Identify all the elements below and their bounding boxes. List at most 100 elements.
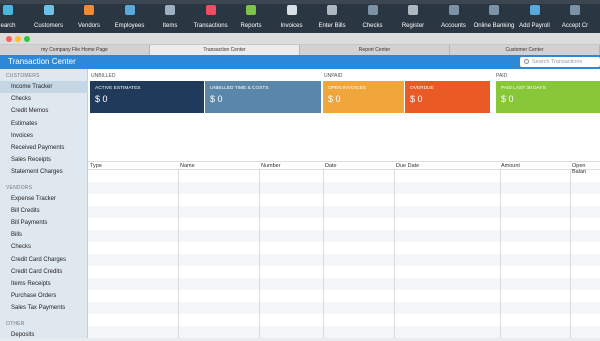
sidebar-item-credit-memos[interactable]: Credit Memos bbox=[0, 105, 88, 117]
toolbar-button-accept-cr[interactable]: Accept Cr bbox=[549, 5, 600, 30]
column-name[interactable]: Name bbox=[180, 163, 195, 169]
employees-icon bbox=[124, 5, 135, 15]
sidebar: CUSTOMERS Income Tracker Checks Credit Memo… bbox=[0, 69, 88, 338]
sidebar-item-items-receipts[interactable]: Items Receipts bbox=[0, 278, 88, 290]
sidebar-item-sales-tax-payments[interactable]: Sales Tax Payments bbox=[0, 302, 88, 314]
table-row[interactable] bbox=[88, 254, 600, 266]
table-row[interactable] bbox=[88, 278, 600, 290]
payroll-icon bbox=[529, 5, 540, 15]
close-window-button[interactable] bbox=[6, 36, 12, 42]
sidebar-item-income-tracker[interactable]: Income Tracker bbox=[0, 81, 88, 93]
sidebar-item-expense-tracker[interactable]: Expense Tracker bbox=[0, 193, 88, 205]
sidebar-item-statement-charges[interactable]: Statement Charges bbox=[0, 166, 88, 178]
zoom-window-button[interactable] bbox=[24, 36, 30, 42]
column-divider bbox=[394, 170, 395, 338]
transactions-icon bbox=[205, 5, 216, 15]
reports-icon bbox=[246, 5, 256, 15]
search-placeholder: Search Transactions bbox=[532, 59, 583, 65]
toolbar-label: Accept Cr bbox=[561, 23, 589, 29]
sidebar-section-heading: OTHER bbox=[6, 320, 25, 327]
card-caption: ACTIVE ESTIMATES bbox=[95, 86, 141, 91]
window-tabs: my Company File Home Page Transaction Ce… bbox=[0, 45, 600, 55]
table-row[interactable] bbox=[88, 218, 600, 230]
table-row[interactable] bbox=[88, 194, 600, 206]
vendors-icon bbox=[84, 5, 94, 15]
open-invoices-card[interactable]: OPEN INVOICES $ 0 bbox=[323, 81, 404, 113]
customers-icon bbox=[43, 5, 54, 15]
overdue-card[interactable]: OVERDUE $ 0 bbox=[405, 81, 490, 113]
sidebar-item-bills[interactable]: Bills bbox=[0, 229, 88, 241]
sidebar-item-purchase-orders[interactable]: Purchase Orders bbox=[0, 290, 88, 302]
column-divider bbox=[570, 170, 571, 338]
column-divider bbox=[323, 170, 324, 338]
column-divider bbox=[259, 170, 260, 338]
card-caption: OVERDUE bbox=[410, 86, 434, 91]
sidebar-item-checks[interactable]: Checks bbox=[0, 93, 88, 105]
table-row[interactable] bbox=[88, 182, 600, 194]
sidebar-item-estimates[interactable]: Estimates bbox=[0, 118, 88, 130]
search-icon bbox=[3, 5, 13, 15]
sidebar-section-heading: VENDORS bbox=[6, 184, 33, 191]
sidebar-item-sales-receipts[interactable]: Sales Receipts bbox=[0, 154, 88, 166]
table-row[interactable] bbox=[88, 266, 600, 278]
tab-transaction-center[interactable]: Transaction Center bbox=[150, 45, 300, 55]
sidebar-item-deposits[interactable]: Deposits bbox=[0, 329, 88, 341]
accounts-icon bbox=[448, 5, 459, 15]
tab-customer-center[interactable]: Customer Center bbox=[450, 45, 600, 55]
table-row[interactable] bbox=[88, 302, 600, 314]
card-value: $ 0 bbox=[410, 94, 423, 104]
sidebar-item-credit-card-credits[interactable]: Credit Card Credits bbox=[0, 266, 88, 278]
invoices-icon bbox=[286, 5, 297, 15]
sidebar-item-invoices[interactable]: Invoices bbox=[0, 130, 88, 142]
search-icon bbox=[524, 59, 529, 64]
title-bar bbox=[0, 0, 600, 4]
sidebar-item-bill-credits[interactable]: Bill Credits bbox=[0, 205, 88, 217]
column-divider bbox=[500, 170, 501, 338]
column-divider bbox=[178, 170, 179, 338]
tab-home-page[interactable]: my Company File Home Page bbox=[0, 45, 150, 55]
column-date[interactable]: Date bbox=[325, 163, 337, 169]
register-icon bbox=[408, 5, 418, 15]
credit-card-icon bbox=[570, 5, 580, 15]
main-panel: UNBILLED UNPAID PAID ACTIVE ESTIMATES $ 0… bbox=[88, 69, 600, 338]
paid-label: PAID bbox=[496, 73, 508, 79]
table-header: Type Name Number Date Due Date Amount Op… bbox=[88, 161, 600, 175]
bills-icon bbox=[327, 5, 337, 15]
unpaid-label: UNPAID bbox=[324, 73, 343, 79]
tab-report-center[interactable]: Report Center bbox=[300, 45, 450, 55]
unbilled-time-costs-card[interactable]: UNBILLED TIME & COSTS $ 0 bbox=[205, 81, 321, 113]
table-row[interactable] bbox=[88, 230, 600, 242]
sidebar-section-heading: CUSTOMERS bbox=[6, 73, 40, 79]
sidebar-item-bill-payments[interactable]: Bill Payments bbox=[0, 217, 88, 229]
checks-icon bbox=[367, 5, 378, 15]
table-row[interactable] bbox=[88, 170, 600, 182]
paid-last-30-days-card[interactable]: PAID LAST 30 DAYS $ 0 bbox=[496, 81, 600, 113]
column-number[interactable]: Number bbox=[261, 163, 281, 169]
column-due-date[interactable]: Due Date bbox=[396, 163, 419, 169]
minimize-window-button[interactable] bbox=[15, 36, 21, 42]
table-row[interactable] bbox=[88, 326, 600, 338]
table-row[interactable] bbox=[88, 314, 600, 326]
card-value: $ 0 bbox=[328, 94, 341, 104]
column-type[interactable]: Type bbox=[90, 163, 102, 169]
column-amount[interactable]: Amount bbox=[501, 163, 520, 169]
page-title: Transaction Center bbox=[8, 57, 76, 66]
table-row[interactable] bbox=[88, 206, 600, 218]
card-value: $ 0 bbox=[210, 94, 223, 104]
card-caption: UNBILLED TIME & COSTS bbox=[210, 86, 269, 91]
sidebar-item-checks[interactable]: Checks bbox=[0, 241, 88, 253]
card-value: $ 0 bbox=[501, 94, 514, 104]
table-row[interactable] bbox=[88, 242, 600, 254]
sidebar-item-credit-card-charges[interactable]: Credit Card Charges bbox=[0, 254, 88, 266]
page-header: Transaction Center Search Transactions bbox=[0, 55, 600, 69]
card-caption: OPEN INVOICES bbox=[328, 86, 366, 91]
card-value: $ 0 bbox=[95, 94, 108, 104]
app-toolbar: earch Customers Vendors Employees Items Trans… bbox=[0, 0, 600, 33]
transaction-center-window: my Company File Home Page Transaction Ce… bbox=[0, 33, 600, 338]
search-input[interactable]: Search Transactions bbox=[520, 57, 600, 67]
table-row[interactable] bbox=[88, 290, 600, 302]
sidebar-item-received-payments[interactable]: Received Payments bbox=[0, 142, 88, 154]
online-banking-icon bbox=[489, 5, 499, 15]
active-estimates-card[interactable]: ACTIVE ESTIMATES $ 0 bbox=[90, 81, 204, 113]
unbilled-label: UNBILLED bbox=[91, 73, 116, 79]
